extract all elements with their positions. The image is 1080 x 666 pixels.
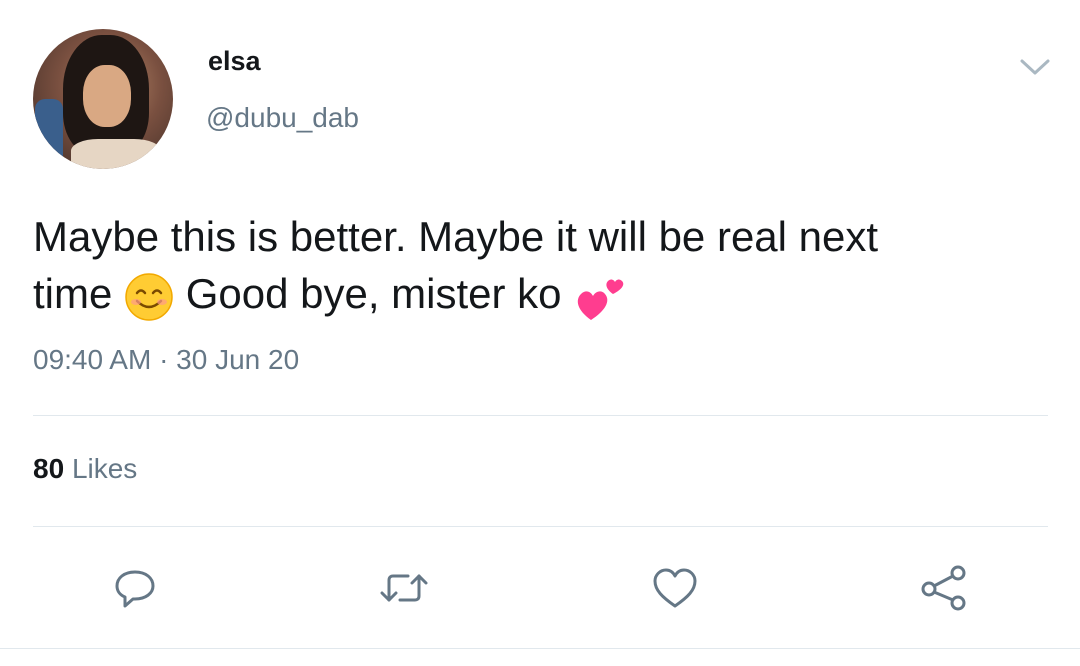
user-handle[interactable]: @dubu_dab bbox=[206, 102, 359, 134]
avatar-background bbox=[35, 99, 63, 169]
tweet-text-start: time bbox=[33, 270, 113, 317]
heart-icon bbox=[653, 568, 697, 608]
retweet-button[interactable] bbox=[378, 562, 430, 614]
likes-label: Likes bbox=[71, 453, 138, 484]
tweet-text-middle: Good bye, mister ko bbox=[185, 270, 562, 317]
comment-icon bbox=[115, 570, 155, 608]
tweet-text: Maybe this is better. Maybe it will be r… bbox=[33, 208, 1033, 324]
smiling-face-icon bbox=[125, 273, 173, 321]
likes-count: 80 bbox=[33, 453, 65, 484]
likes-stat[interactable]: 80 Likes bbox=[33, 453, 137, 485]
avatar[interactable] bbox=[33, 29, 173, 169]
display-name[interactable]: elsa bbox=[208, 46, 261, 77]
avatar-clothing bbox=[71, 139, 161, 169]
divider bbox=[33, 415, 1048, 416]
divider bbox=[33, 526, 1048, 527]
tweet-timestamp[interactable]: 09:40 AM · 30 Jun 20 bbox=[33, 344, 299, 376]
like-button[interactable] bbox=[649, 562, 701, 614]
retweet-icon bbox=[380, 574, 428, 602]
avatar-face bbox=[83, 65, 131, 127]
share-button[interactable] bbox=[918, 562, 970, 614]
reply-button[interactable] bbox=[109, 562, 161, 614]
chevron-down-icon[interactable] bbox=[1018, 56, 1052, 78]
two-hearts-icon bbox=[578, 279, 624, 320]
share-icon bbox=[921, 565, 966, 611]
bottom-divider bbox=[0, 648, 1080, 649]
tweet-line-2: time Good bye, mister ko bbox=[33, 265, 1033, 324]
tweet-line-1: Maybe this is better. Maybe it will be r… bbox=[33, 213, 879, 260]
